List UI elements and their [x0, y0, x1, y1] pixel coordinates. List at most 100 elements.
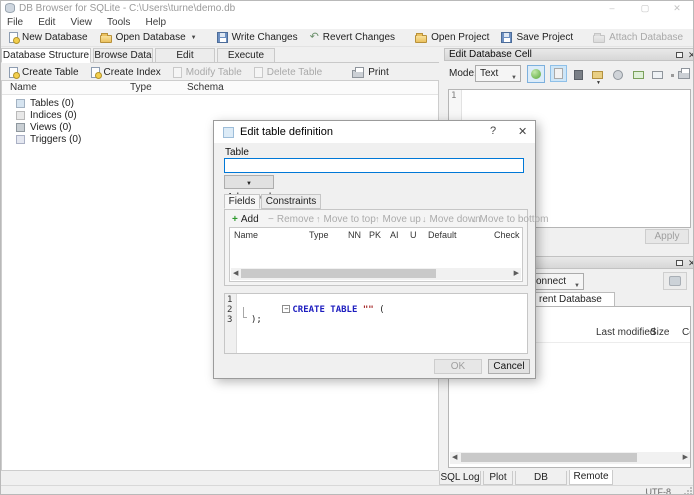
scroll-left-icon[interactable]: ◀ [233, 269, 238, 279]
encoding-indicator[interactable]: UTF-8 [646, 487, 672, 494]
remote-col-commit[interactable]: Comm [682, 327, 690, 338]
tree-col-schema[interactable]: Schema [187, 82, 224, 93]
import-cell-button[interactable]: ▼ [591, 68, 605, 86]
create-table-icon [9, 67, 20, 79]
move-to-top-button[interactable]: ↑ Move to top [313, 212, 379, 226]
open-project-button[interactable]: Open Project [409, 29, 495, 46]
tree-item-tables[interactable]: Tables (0) [2, 97, 438, 109]
triggers-icon [16, 134, 25, 144]
remote-database-icon [669, 276, 681, 286]
export-cell-button[interactable] [611, 68, 625, 82]
menu-tools[interactable]: Tools [101, 16, 136, 29]
dialog-title-bar: Edit table definition ? ✕ [214, 121, 535, 143]
close-database-button[interactable]: ✕ Close Database [689, 29, 693, 46]
scroll-right-icon[interactable]: ▶ [514, 269, 519, 279]
float-panel-icon[interactable] [676, 260, 683, 266]
fold-marker-icon[interactable]: − [282, 305, 291, 313]
fullscreen-cell-button[interactable] [651, 68, 665, 82]
move-up-button[interactable]: ↑ Move up [372, 212, 424, 226]
attach-database-button[interactable]: Attach Database [587, 29, 689, 46]
menu-view[interactable]: View [64, 16, 98, 29]
open-database-button[interactable]: Open Database ▼ [94, 29, 203, 46]
menu-help[interactable]: Help [139, 16, 172, 29]
tree-col-name[interactable]: Name [10, 82, 37, 93]
tab-database-structure[interactable]: Database Structure [1, 48, 91, 63]
cancel-button[interactable]: Cancel [488, 359, 530, 374]
col-nn[interactable]: NN [348, 230, 361, 240]
minimize-button[interactable]: – [599, 1, 625, 15]
dialog-close-icon[interactable]: ✕ [518, 125, 527, 138]
word-wrap-toggle[interactable] [527, 65, 545, 83]
write-changes-button[interactable]: Write Changes [211, 29, 304, 46]
modify-table-button[interactable]: Modify Table [167, 64, 248, 81]
text-view-icon [554, 68, 563, 79]
menu-file[interactable]: File [1, 16, 29, 29]
col-u[interactable]: U [410, 230, 417, 240]
fold-guide [243, 307, 247, 318]
move-to-bottom-button[interactable]: ↓ Move to bottom [469, 212, 551, 226]
tab-db-schema[interactable]: DB Schema [515, 471, 567, 494]
tab-browse-data[interactable]: Browse Data [93, 48, 153, 63]
tab-remote[interactable]: Remote [569, 470, 613, 485]
remote-col-last-modified[interactable]: Last modified [596, 327, 655, 338]
close-panel-icon[interactable]: ✕ [688, 49, 693, 61]
remove-field-button[interactable]: − Remove [265, 212, 317, 226]
add-field-button[interactable]: + Add [229, 212, 262, 226]
scrollbar-thumb[interactable] [241, 269, 436, 278]
resize-grip[interactable] [684, 487, 692, 494]
sql-gutter: 1 2 3 [225, 294, 237, 353]
overflow-button[interactable] [670, 68, 676, 82]
menu-edit[interactable]: Edit [32, 16, 61, 29]
revert-changes-icon: ↶ [309, 31, 319, 43]
float-panel-icon[interactable] [676, 52, 683, 58]
col-name[interactable]: Name [234, 230, 258, 240]
table-name-input[interactable] [224, 158, 524, 173]
set-null-icon [633, 71, 644, 79]
col-default[interactable]: Default [428, 230, 457, 240]
revert-changes-button[interactable]: ↶ Revert Changes [304, 29, 401, 46]
scroll-left-icon[interactable]: ◀ [452, 453, 457, 463]
tab-sql-log[interactable]: SQL Log [439, 471, 481, 485]
tab-edit-pragmas[interactable]: Edit Pragmas [155, 48, 215, 75]
advanced-button[interactable]: ▼ Advanced [224, 175, 274, 203]
arrow-down-icon: ↓ [472, 213, 477, 224]
maximize-button[interactable]: ▢ [632, 1, 658, 15]
close-button[interactable]: ✕ [664, 1, 690, 15]
create-index-button[interactable]: Create Index [85, 64, 167, 81]
apply-button[interactable]: Apply [645, 229, 689, 244]
col-type[interactable]: Type [309, 230, 329, 240]
horizontal-scrollbar[interactable]: ◀ ▶ [231, 268, 521, 280]
binary-view-toggle[interactable] [572, 68, 586, 82]
print-button[interactable]: Print [346, 64, 395, 81]
sql-preview-editor[interactable]: 1 2 3 − CREATE TABLE "" ( ); [224, 293, 528, 354]
mode-select[interactable]: Text ▼ [475, 65, 521, 82]
col-check[interactable]: Check [494, 230, 520, 240]
remote-connect-button[interactable] [663, 272, 687, 290]
scrollbar-thumb[interactable] [461, 453, 637, 462]
tab-plot[interactable]: Plot [483, 471, 513, 485]
null-cell-button[interactable] [632, 68, 646, 82]
tab-execute-sql[interactable]: Execute SQL [217, 48, 275, 75]
create-index-icon [90, 67, 102, 79]
chevron-down-icon: ▼ [596, 80, 601, 86]
save-project-button[interactable]: Save Project [495, 29, 579, 46]
remote-col-size[interactable]: Size [650, 327, 669, 338]
dialog-icon [223, 127, 234, 138]
help-icon[interactable]: ? [490, 125, 496, 137]
arrow-up-icon: ↑ [316, 213, 321, 224]
modify-table-icon [172, 67, 182, 78]
close-panel-icon[interactable]: ✕ [688, 257, 693, 269]
scroll-right-icon[interactable]: ▶ [683, 453, 688, 463]
delete-table-button[interactable]: Delete Table [248, 64, 328, 81]
col-ai[interactable]: AI [390, 230, 399, 240]
new-database-button[interactable]: New Database [3, 29, 94, 46]
print-cell-button[interactable] [678, 68, 692, 82]
col-pk[interactable]: PK [369, 230, 381, 240]
tab-constraints[interactable]: Constraints [261, 194, 321, 209]
text-view-toggle[interactable] [550, 65, 567, 82]
ok-button[interactable]: OK [434, 359, 482, 374]
create-table-button[interactable]: Create Table [3, 64, 85, 81]
tree-col-type[interactable]: Type [130, 82, 152, 93]
tab-fields[interactable]: Fields [224, 194, 260, 209]
horizontal-scrollbar[interactable]: ◀ ▶ [450, 452, 690, 464]
